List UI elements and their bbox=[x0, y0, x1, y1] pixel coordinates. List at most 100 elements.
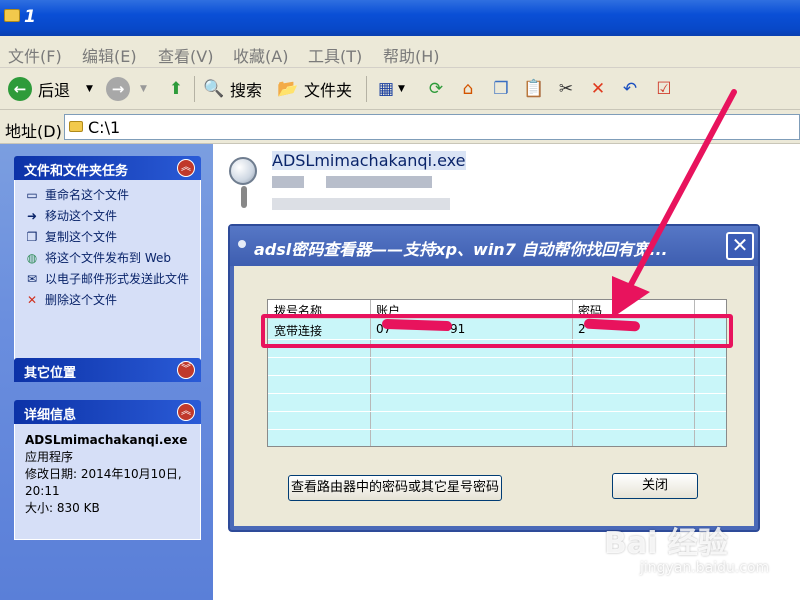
dropdown-arrow-icon: ▼ bbox=[398, 84, 405, 94]
back-label: 后退 bbox=[38, 81, 71, 100]
details-title: 详细信息 bbox=[24, 408, 77, 423]
search-button[interactable]: 🔍 搜索 bbox=[202, 74, 262, 104]
menu-view[interactable]: 查看(V) bbox=[158, 43, 213, 67]
dialog-body: 拨号名称 账户 密码 宽带连接 07 91 2 查看路由器中的密码或其它星号密码… bbox=[234, 266, 754, 526]
email-icon: ✉ bbox=[26, 272, 38, 286]
back-button[interactable]: ← 后退 ▼ bbox=[8, 74, 93, 104]
task-copy[interactable]: ❐ 复制这个文件 bbox=[25, 230, 190, 245]
details-size: 大小: 830 KB bbox=[25, 501, 100, 515]
details-header[interactable]: 详细信息 ︽ bbox=[14, 400, 201, 424]
dialog-titlebar[interactable]: adsl密码查看器——支持xp、win7 自动帮你找回有宽... ✕ bbox=[230, 226, 758, 266]
views-button[interactable]: ▦ ▼ bbox=[374, 74, 405, 104]
home-icon: ⌂ bbox=[462, 79, 474, 99]
toolbar: ← 后退 ▼ → ▼ ⬆ 🔍 搜索 📂 文件夹 ▦ ▼ ⟳ ⌂ ❐ 📋 ✂ ✕ … bbox=[0, 68, 800, 110]
task-move[interactable]: ➜ 移动这个文件 bbox=[25, 209, 190, 224]
forward-arrow-icon: → bbox=[106, 77, 130, 101]
task-delete[interactable]: ✕ 删除这个文件 bbox=[25, 293, 190, 308]
dropdown-arrow-icon[interactable]: ▼ bbox=[86, 84, 93, 94]
views-icon: ▦ bbox=[377, 79, 395, 99]
toolbar-separator bbox=[194, 76, 195, 102]
details-type: 应用程序 bbox=[25, 450, 74, 464]
file-name[interactable]: ADSLmimachakanqi.exe bbox=[272, 151, 466, 170]
redacted-text bbox=[326, 176, 432, 188]
copy-icon: ❐ bbox=[493, 79, 509, 99]
task-email[interactable]: ✉ 以电子邮件形式发送此文件 bbox=[25, 272, 190, 287]
view-router-password-button[interactable]: 查看路由器中的密码或其它星号密码 bbox=[288, 475, 502, 501]
other-places-header[interactable]: 其它位置 ︾ bbox=[14, 358, 201, 382]
folder-icon bbox=[4, 9, 20, 22]
task-pane: 文件和文件夹任务 ︽ ▭ 重命名这个文件 ➜ 移动这个文件 ❐ 复制这个文件 ◍ 将这个… bbox=[0, 144, 213, 600]
delete-button[interactable]: ✕ bbox=[586, 74, 610, 104]
copy-to-button[interactable]: ❐ bbox=[489, 74, 513, 104]
details-modified: 修改日期: 2014年10月10日, 20:11 bbox=[25, 467, 182, 498]
folders-label: 文件夹 bbox=[304, 81, 353, 100]
menu-file[interactable]: 文件(F) bbox=[8, 43, 62, 67]
magnifier-handle bbox=[241, 186, 247, 208]
window-title: 1 bbox=[24, 7, 36, 27]
other-places-title: 其它位置 bbox=[24, 366, 77, 381]
web-icon: ◍ bbox=[26, 251, 38, 265]
dialog-close-icon[interactable]: ✕ bbox=[726, 232, 754, 260]
folders-button[interactable]: 📂 文件夹 bbox=[276, 74, 352, 104]
window-titlebar[interactable]: 1 bbox=[0, 0, 800, 36]
search-icon: 🔍 bbox=[203, 79, 225, 99]
back-arrow-icon: ← bbox=[8, 77, 32, 101]
address-input[interactable]: C:\1 bbox=[64, 114, 800, 140]
refresh-button[interactable]: ⟳ bbox=[424, 74, 448, 104]
file-tasks-body: ▭ 重命名这个文件 ➜ 移动这个文件 ❐ 复制这个文件 ◍ 将这个文件发布到 Web ✉… bbox=[14, 180, 201, 360]
folder-icon bbox=[69, 121, 83, 132]
search-label: 搜索 bbox=[230, 81, 263, 100]
paste-button[interactable]: 📋 bbox=[522, 74, 546, 104]
task-label: 复制这个文件 bbox=[45, 230, 118, 244]
undo-icon: ↶ bbox=[622, 79, 638, 99]
row-divider bbox=[268, 411, 726, 412]
folder-icon: 📂 bbox=[277, 79, 299, 99]
dialog-app-icon bbox=[238, 240, 246, 248]
up-folder-icon: ⬆ bbox=[168, 79, 184, 99]
file-tasks-title: 文件和文件夹任务 bbox=[24, 164, 129, 179]
row-divider bbox=[268, 357, 726, 358]
other-places-panel: 其它位置 ︾ bbox=[14, 358, 201, 382]
collapse-chevron-icon[interactable]: ︽ bbox=[177, 159, 195, 177]
details-panel: 详细信息 ︽ ADSLmimachakanqi.exe 应用程序 修改日期: 2… bbox=[14, 400, 201, 540]
delete-icon: ✕ bbox=[26, 293, 38, 307]
undo-button[interactable]: ↶ bbox=[618, 74, 642, 104]
row-divider bbox=[268, 393, 726, 394]
task-publish-web[interactable]: ◍ 将这个文件发布到 Web bbox=[25, 251, 190, 266]
row-divider bbox=[268, 375, 726, 376]
magnifier-lens bbox=[229, 157, 257, 185]
magnifier-file-icon[interactable] bbox=[225, 155, 263, 211]
scissors-icon: ✂ bbox=[558, 79, 574, 99]
task-rename[interactable]: ▭ 重命名这个文件 bbox=[25, 188, 190, 203]
menu-bar: 文件(F) 编辑(E) 查看(V) 收藏(A) 工具(T) 帮助(H) bbox=[0, 36, 800, 68]
toolbar-separator bbox=[366, 76, 367, 102]
cut-button[interactable]: ✂ bbox=[554, 74, 578, 104]
task-label: 重命名这个文件 bbox=[45, 188, 130, 202]
rename-icon: ▭ bbox=[26, 188, 38, 202]
collapse-chevron-icon[interactable]: ︽ bbox=[177, 403, 195, 421]
redacted-text bbox=[272, 176, 304, 188]
menu-favorites[interactable]: 收藏(A) bbox=[233, 43, 288, 67]
home-button[interactable]: ⌂ bbox=[456, 74, 480, 104]
menu-edit[interactable]: 编辑(E) bbox=[82, 43, 137, 67]
file-tasks-panel: 文件和文件夹任务 ︽ ▭ 重命名这个文件 ➜ 移动这个文件 ❐ 复制这个文件 ◍ 将这个… bbox=[14, 156, 201, 360]
row-divider bbox=[268, 429, 726, 430]
file-tasks-header[interactable]: 文件和文件夹任务 ︽ bbox=[14, 156, 201, 180]
up-folder-button[interactable]: ⬆ bbox=[164, 74, 188, 104]
forward-button[interactable]: → ▼ bbox=[106, 74, 147, 104]
menu-help[interactable]: 帮助(H) bbox=[383, 43, 440, 67]
details-body: ADSLmimachakanqi.exe 应用程序 修改日期: 2014年10月… bbox=[14, 424, 201, 540]
task-label: 移动这个文件 bbox=[45, 209, 118, 223]
properties-button[interactable]: ☑ bbox=[652, 74, 676, 104]
details-filename: ADSLmimachakanqi.exe bbox=[25, 433, 188, 447]
delete-icon: ✕ bbox=[590, 79, 606, 99]
expand-chevron-icon[interactable]: ︾ bbox=[177, 361, 195, 379]
dropdown-arrow-icon[interactable]: ▼ bbox=[140, 84, 147, 94]
task-label: 删除这个文件 bbox=[45, 293, 118, 307]
close-button[interactable]: 关闭 bbox=[612, 473, 698, 499]
address-path: C:\1 bbox=[88, 118, 121, 137]
highlight-box bbox=[261, 314, 733, 348]
task-label: 将这个文件发布到 Web bbox=[45, 251, 171, 265]
menu-tools[interactable]: 工具(T) bbox=[308, 43, 362, 67]
address-label: 地址(D) bbox=[5, 122, 62, 141]
